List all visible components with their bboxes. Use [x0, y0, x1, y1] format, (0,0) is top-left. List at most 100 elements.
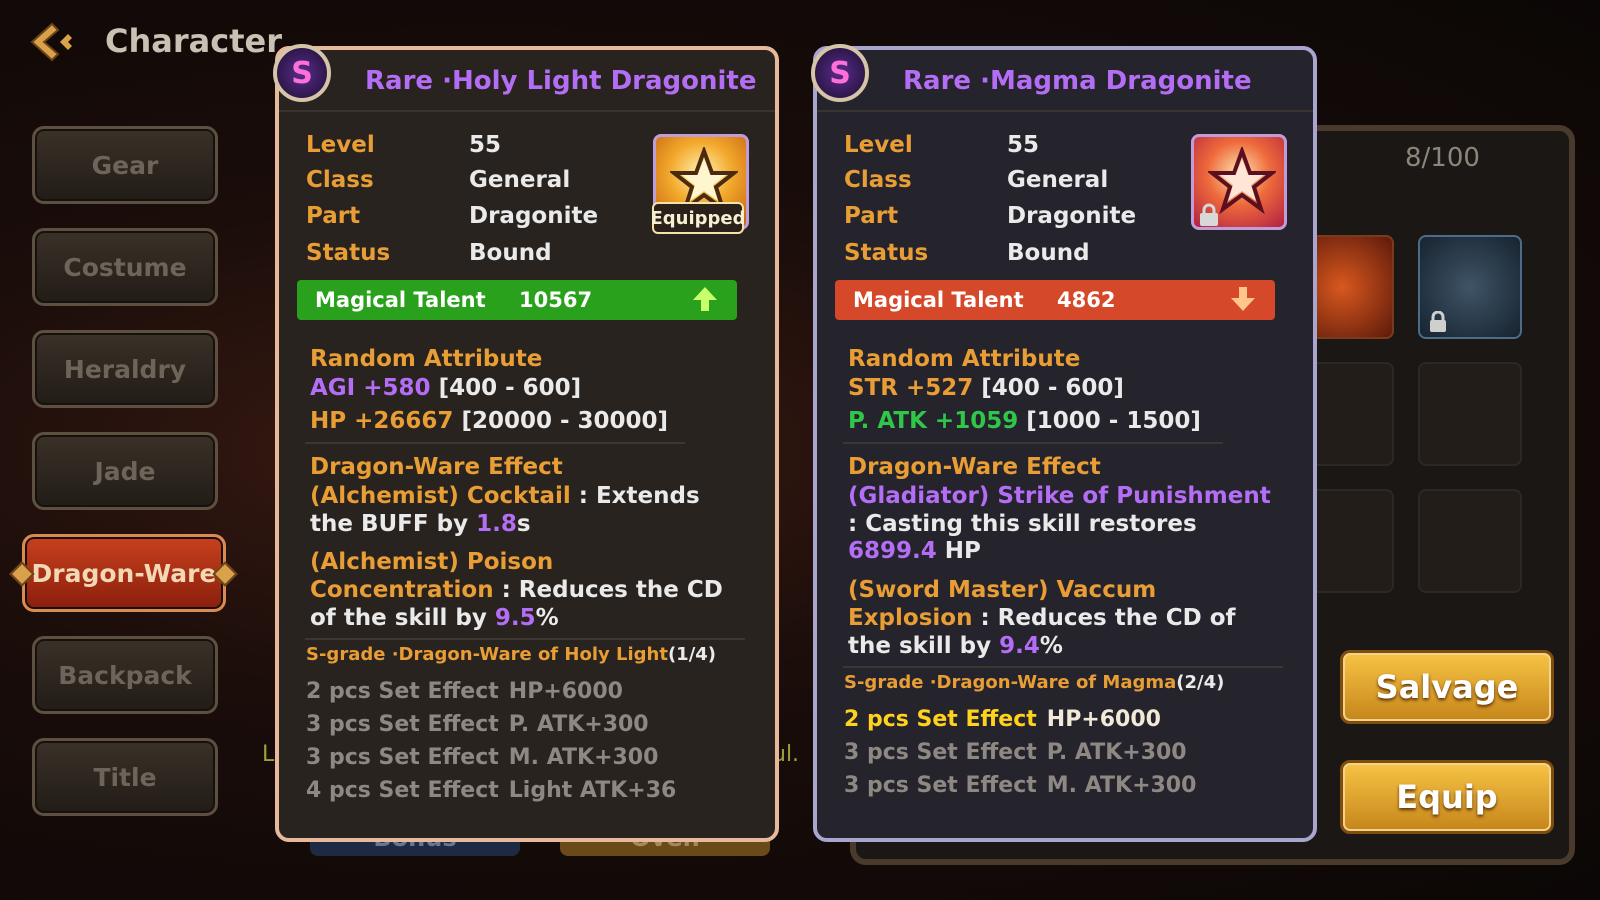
- s-grade-icon: S: [273, 44, 331, 102]
- attribute-stat: HP: [310, 408, 347, 434]
- set-effect-value: M. ATK+300: [1046, 773, 1197, 798]
- menu-backpack[interactable]: Backpack: [32, 636, 218, 714]
- s-grade-icon: S: [811, 44, 869, 102]
- inventory-slot[interactable]: [1418, 489, 1522, 593]
- set-effect-line: 3 pcs Set Effect P. ATK+300: [844, 740, 1187, 765]
- effect-line: 6899.4 HP: [848, 538, 981, 564]
- set-progress: (2/4): [1176, 672, 1225, 693]
- effect-name: (Alchemist) Poison: [310, 549, 554, 575]
- class-value: General: [1007, 167, 1109, 193]
- random-attribute-title: Random Attribute: [848, 346, 1081, 372]
- set-effect-value: HP+6000: [1046, 707, 1161, 732]
- set-effect-line: 2 pcs Set Effect HP+6000: [844, 707, 1161, 732]
- menu-heraldry[interactable]: Heraldry: [32, 330, 218, 408]
- effect-unit: HP: [936, 538, 981, 564]
- effect-name: Concentration: [310, 577, 494, 603]
- attribute-line: AGI +580 [400 - 600]: [310, 375, 581, 401]
- menu-title[interactable]: Title: [32, 738, 218, 816]
- status-value: Bound: [1007, 240, 1090, 266]
- effect-unit: %: [535, 605, 559, 631]
- card-header: S Rare ·Holy Light Dragonite: [273, 44, 775, 112]
- attribute-stat: AGI: [310, 375, 356, 401]
- status-label: Status: [844, 240, 929, 266]
- menu-dragon-ware[interactable]: Dragon-Ware: [22, 534, 226, 612]
- effect-line: (Alchemist) Cocktail : Extends: [310, 483, 700, 509]
- dragon-ware-effect-title: Dragon-Ware Effect: [848, 454, 1101, 480]
- attribute-stat: P. ATK: [848, 408, 927, 434]
- attribute-range: [400 - 600]: [438, 375, 582, 401]
- set-effect-line: 3 pcs Set Effect M. ATK+300: [306, 745, 658, 770]
- attribute-bonus: +527: [905, 375, 974, 401]
- set-title: S-grade ·Dragon-Ware of Holy Light(1/4): [306, 644, 716, 665]
- inventory-slot-grail-item[interactable]: [1418, 235, 1522, 339]
- effect-name: (Alchemist) Cocktail: [310, 483, 571, 509]
- set-effect-value: HP+6000: [508, 679, 623, 704]
- inventory-count: 8/100: [1405, 143, 1480, 173]
- effect-unit: %: [1039, 633, 1063, 659]
- level-value: 55: [1007, 132, 1040, 158]
- effect-number: 9.5: [494, 605, 536, 631]
- item-card-magma: S Rare ·Magma Dragonite Level 55 Class G…: [811, 44, 1317, 842]
- effect-text: of the skill by: [310, 605, 495, 631]
- equip-button[interactable]: Equip: [1340, 760, 1554, 834]
- effect-text: the BUFF by: [310, 511, 477, 537]
- salvage-button[interactable]: Salvage: [1340, 650, 1554, 724]
- set-effect-line: 4 pcs Set Effect Light ATK+36: [306, 778, 676, 803]
- attribute-range: [400 - 600]: [981, 375, 1124, 401]
- effect-number: 1.8: [476, 511, 517, 537]
- class-value: General: [469, 167, 571, 193]
- effect-number: 9.4: [999, 633, 1040, 659]
- set-progress: (1/4): [667, 644, 717, 665]
- inventory-slot[interactable]: [1418, 362, 1522, 466]
- equipped-badge: Equipped: [650, 202, 746, 234]
- talent-value: 4862: [1057, 288, 1116, 312]
- level-label: Level: [844, 132, 913, 158]
- attribute-line: HP +26667 [20000 - 30000]: [310, 408, 668, 434]
- effect-text: : Reduces the CD: [493, 577, 723, 603]
- set-effect-value: M. ATK+300: [508, 745, 659, 770]
- peek-text-left: L: [262, 742, 275, 767]
- part-label: Part: [844, 203, 899, 229]
- card-title: Rare ·Magma Dragonite: [903, 66, 1252, 96]
- menu-gear[interactable]: Gear: [32, 126, 218, 204]
- divider: [843, 442, 1223, 444]
- talent-label: Magical Talent: [853, 288, 1024, 312]
- menu-jade[interactable]: Jade: [32, 432, 218, 510]
- arrow-up-icon: [693, 287, 717, 311]
- part-value: Dragonite: [1007, 203, 1137, 229]
- lock-icon: [1200, 203, 1218, 226]
- effect-line: Concentration : Reduces the CD: [310, 577, 723, 603]
- attribute-line: STR +527 [400 - 600]: [848, 375, 1124, 401]
- set-name: S-grade ·Dragon-Ware of Magma: [844, 672, 1177, 693]
- set-effect-value: P. ATK+300: [1046, 740, 1187, 765]
- set-title: S-grade ·Dragon-Ware of Magma(2/4): [844, 672, 1224, 693]
- set-effect-label: 3 pcs Set Effect: [306, 712, 499, 737]
- menu-costume[interactable]: Costume: [32, 228, 218, 306]
- set-effect-line: 3 pcs Set Effect P. ATK+300: [306, 712, 649, 737]
- set-effect-line: 3 pcs Set Effect M. ATK+300: [844, 773, 1196, 798]
- back-arrow-icon[interactable]: [26, 20, 78, 64]
- effect-number: 6899.4: [848, 538, 937, 564]
- effect-name: (Sword Master) Vaccum: [848, 577, 1157, 603]
- divider: [843, 666, 1283, 668]
- class-label: Class: [844, 167, 912, 193]
- attribute-range: [1000 - 1500]: [1026, 408, 1201, 434]
- divider: [305, 638, 745, 640]
- magical-talent-bar: Magical Talent 10567: [297, 280, 737, 320]
- status-label: Status: [306, 240, 391, 266]
- set-effect-value: P. ATK+300: [508, 712, 649, 737]
- magma-dragonite-icon: [1191, 134, 1287, 230]
- attribute-bonus: +26667: [354, 408, 454, 434]
- attribute-stat: STR: [848, 375, 898, 401]
- card-header: S Rare ·Magma Dragonite: [811, 44, 1313, 112]
- effect-line: Explosion : Reduces the CD of: [848, 605, 1236, 631]
- level-label: Level: [306, 132, 375, 158]
- effect-text: : Casting this skill restores: [848, 511, 1197, 537]
- effect-text: : Extends: [570, 483, 700, 509]
- effect-name: (Gladiator) Strike of Punishment: [848, 483, 1271, 509]
- part-label: Part: [306, 203, 361, 229]
- set-effect-label: 4 pcs Set Effect: [306, 778, 499, 803]
- set-effect-label: 2 pcs Set Effect: [306, 679, 499, 704]
- set-effect-line: 2 pcs Set Effect HP+6000: [306, 679, 623, 704]
- attribute-range: [20000 - 30000]: [461, 408, 669, 434]
